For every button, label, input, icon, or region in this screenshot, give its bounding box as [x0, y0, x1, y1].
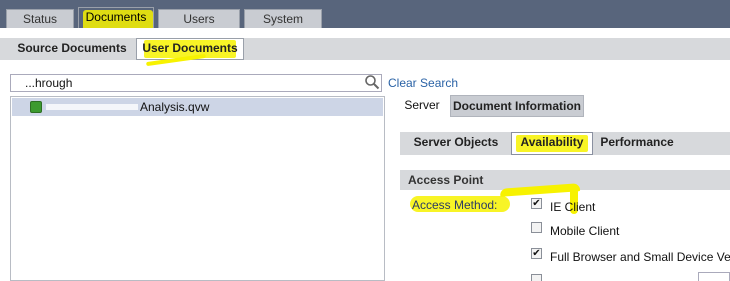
tree-item[interactable]: Analysis.qvw — [12, 98, 383, 116]
tab-status[interactable]: Status — [6, 9, 74, 29]
clear-search-link[interactable]: Clear Search — [388, 76, 458, 90]
tab-document-information[interactable]: Document Information — [450, 95, 584, 117]
tab-performance[interactable]: Performance — [596, 132, 678, 155]
redacted-text — [46, 104, 138, 110]
tab-users[interactable]: Users — [158, 9, 240, 29]
mobile-client-label: Mobile Client — [550, 224, 620, 238]
tree-item-label: Analysis.qvw — [140, 100, 210, 114]
full-browser-label: Full Browser and Small Device Version — [550, 250, 730, 264]
ie-client-label: IE Client — [550, 200, 596, 214]
next-row-checkbox[interactable] — [531, 274, 542, 281]
search-input[interactable] — [10, 74, 382, 92]
ie-client-checkbox[interactable]: ✔ — [531, 198, 542, 209]
document-tree: Analysis.qvw — [10, 96, 385, 281]
qlikview-document-icon — [30, 101, 42, 113]
mobile-client-checkbox[interactable] — [531, 222, 542, 233]
dropdown-partial[interactable] — [698, 272, 730, 281]
tab-availability-label: Availability — [520, 135, 584, 149]
full-browser-checkbox[interactable]: ✔ — [531, 248, 542, 259]
tab-documents[interactable]: Documents — [78, 7, 154, 29]
tab-server-objects[interactable]: Server Objects — [404, 132, 508, 155]
tab-source-documents[interactable]: Source Documents — [12, 38, 132, 60]
tab-server[interactable]: Server — [398, 95, 446, 117]
access-method-label: Access Method: — [412, 198, 498, 212]
search-icon[interactable] — [364, 74, 380, 90]
tab-system[interactable]: System — [244, 9, 322, 29]
